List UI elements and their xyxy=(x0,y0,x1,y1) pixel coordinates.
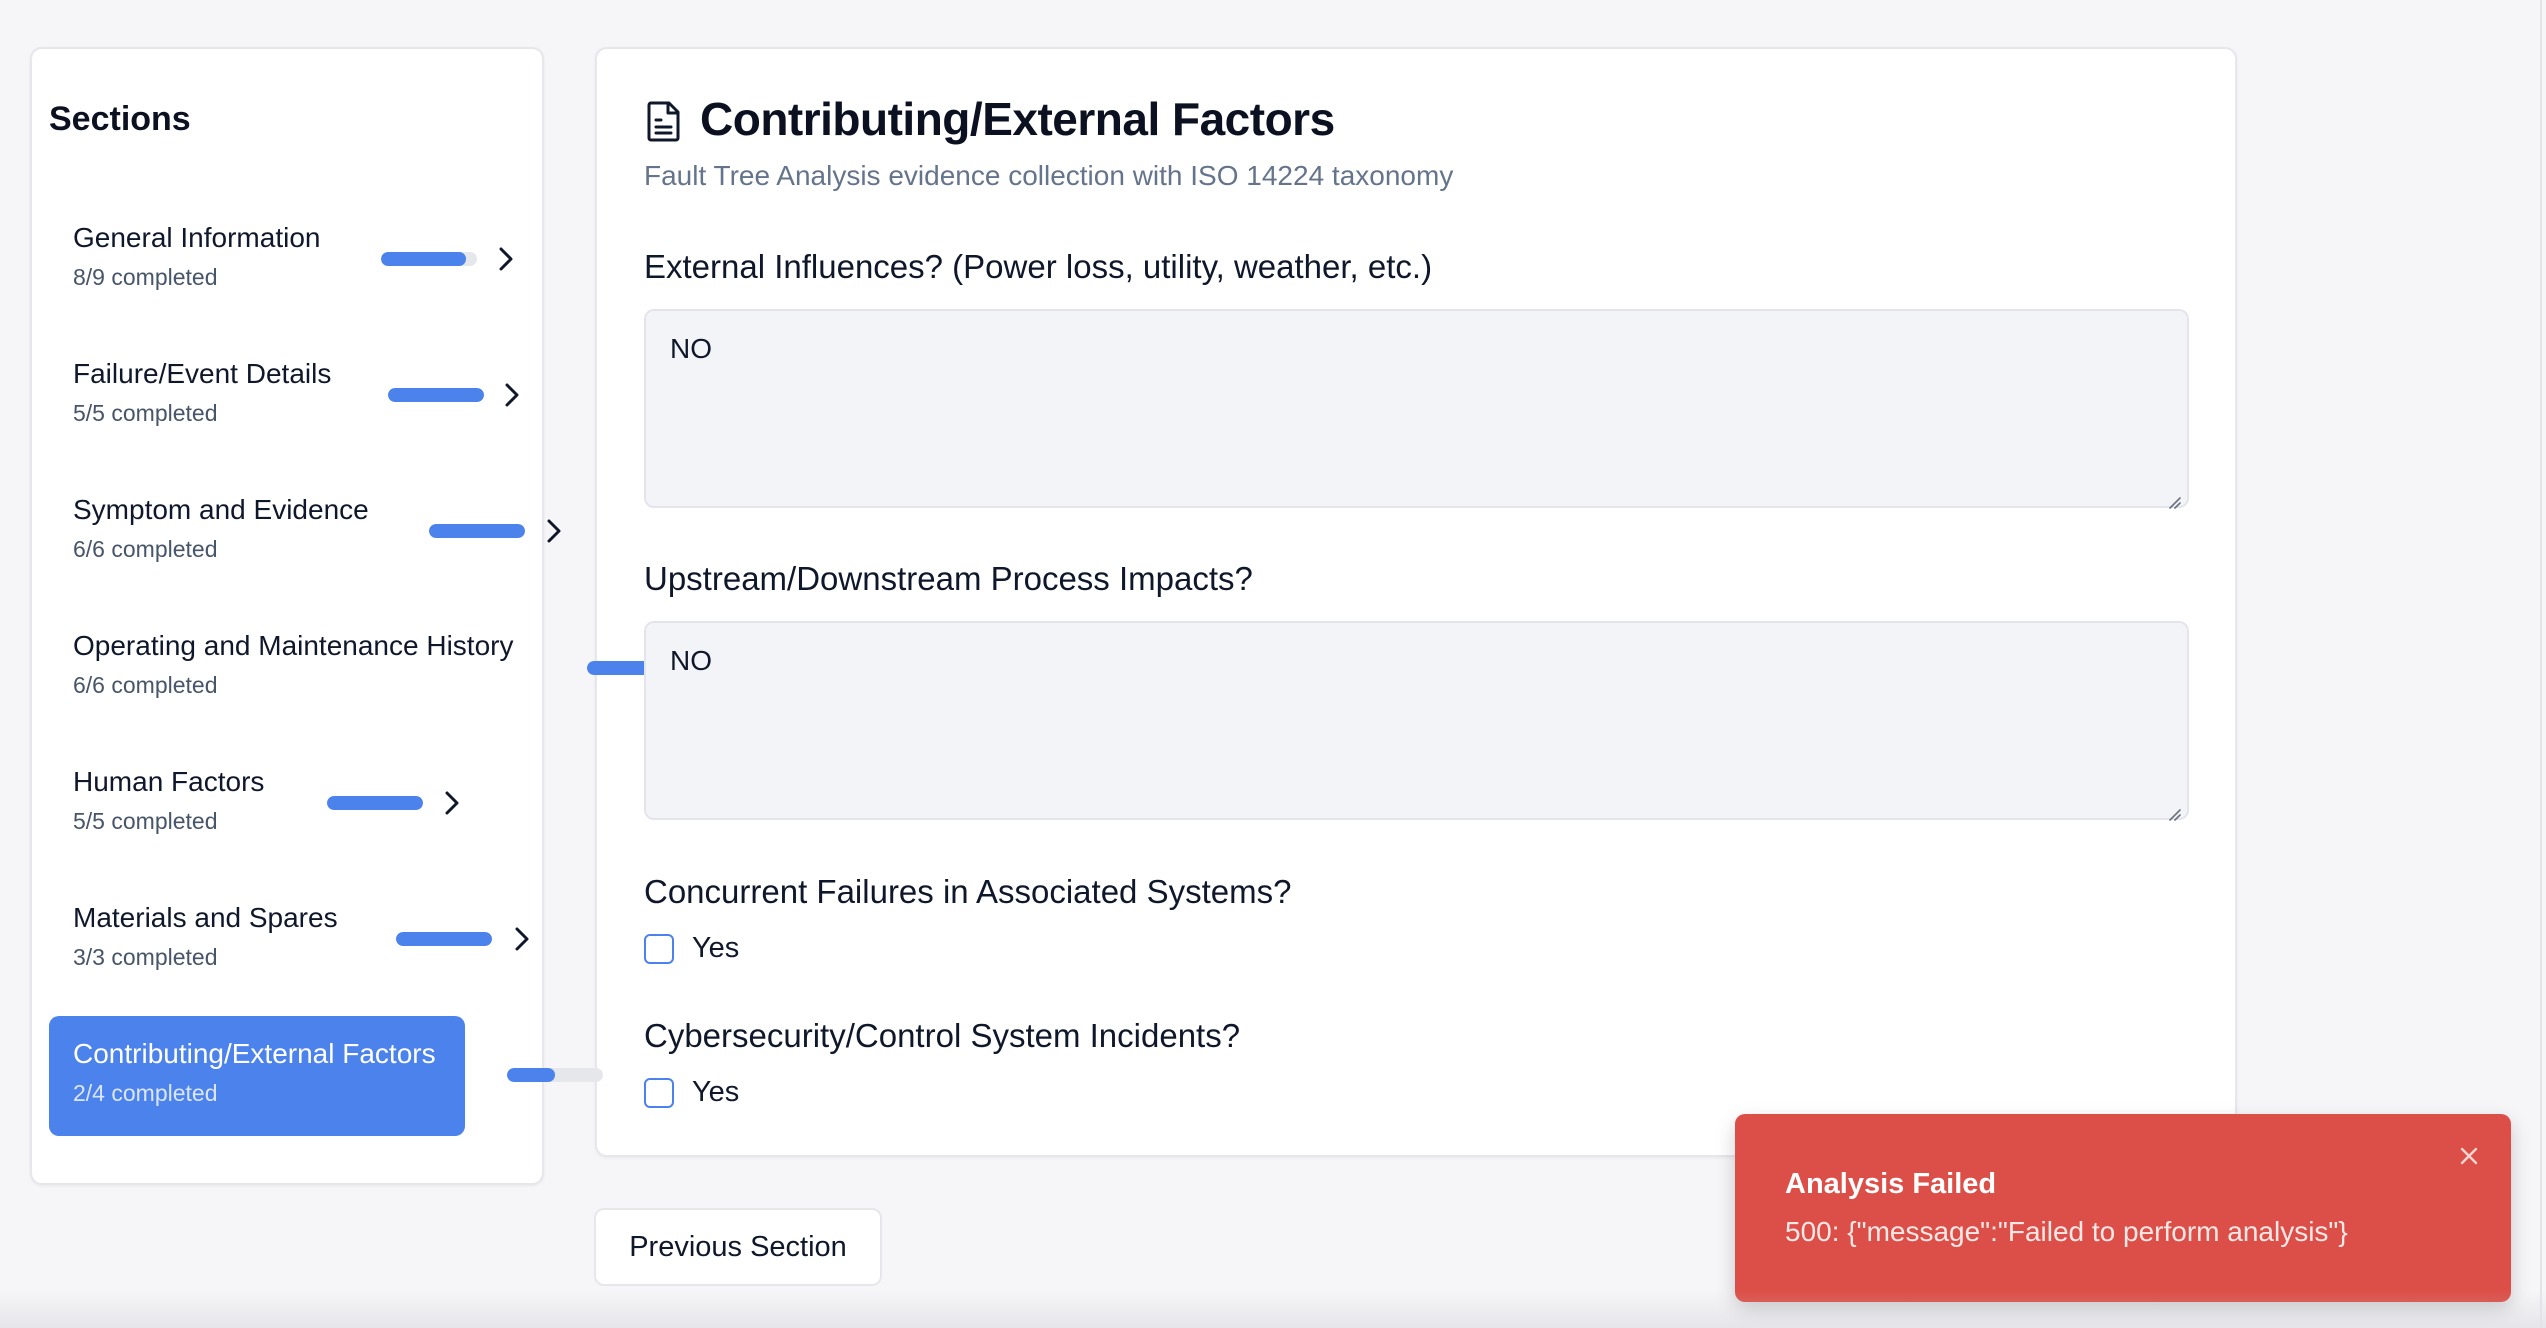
chevron-right-icon xyxy=(511,925,533,953)
sidebar-item-count: 5/5 completed xyxy=(73,400,218,426)
document-icon xyxy=(645,100,683,142)
section-progress-fill xyxy=(507,1068,555,1082)
section-progress-bar xyxy=(388,388,484,402)
concurrent-failures-checkbox[interactable] xyxy=(644,934,674,964)
sidebar-item-label: Human Factors xyxy=(73,766,265,797)
error-toast: Analysis Failed 500: {"message":"Failed … xyxy=(1735,1114,2511,1302)
section-progress-bar xyxy=(429,524,525,538)
chevron-right-icon xyxy=(543,517,565,545)
sidebar-item-general-information[interactable]: General Information 8/9 completed xyxy=(49,200,513,320)
question-label: Upstream/Downstream Process Impacts? xyxy=(644,560,1253,597)
sidebar-item-operating-and-maintenance-history[interactable]: Operating and Maintenance History 6/6 co… xyxy=(49,608,513,728)
toast-message: 500: {"message":"Failed to perform analy… xyxy=(1785,1216,2348,1247)
external-influences-textarea[interactable]: NO xyxy=(644,309,2189,509)
section-progress-bar xyxy=(507,1068,603,1082)
checkbox-label[interactable]: Yes xyxy=(692,932,739,965)
close-icon[interactable] xyxy=(2457,1144,2481,1168)
cybersecurity-incidents-checkbox[interactable] xyxy=(644,1078,674,1108)
bottom-shadow xyxy=(0,1290,2546,1328)
section-form-card xyxy=(595,47,2237,1157)
question-label: Concurrent Failures in Associated System… xyxy=(644,873,1292,910)
sidebar-item-count: 5/5 completed xyxy=(73,808,218,834)
section-progress-fill xyxy=(327,796,423,810)
checkbox-label[interactable]: Yes xyxy=(692,1076,739,1109)
sidebar-item-label: Materials and Spares xyxy=(73,902,338,933)
sidebar-item-label: Operating and Maintenance History xyxy=(73,630,514,661)
sidebar-item-symptom-and-evidence[interactable]: Symptom and Evidence 6/6 completed xyxy=(49,472,561,592)
page-title: Contributing/External Factors xyxy=(700,93,1335,145)
sidebar-item-materials-and-spares[interactable]: Materials and Spares 3/3 completed xyxy=(49,880,529,1000)
textarea-value: NO xyxy=(670,645,712,676)
sidebar-title: Sections xyxy=(49,100,191,138)
process-impacts-textarea[interactable]: NO xyxy=(644,621,2189,821)
page: Sections General Information 8/9 complet… xyxy=(0,0,2546,1328)
sidebar-item-count: 2/4 completed xyxy=(73,1080,218,1106)
section-progress-fill xyxy=(388,388,484,402)
sidebar-item-label: Failure/Event Details xyxy=(73,358,332,389)
section-progress-fill xyxy=(381,252,467,266)
section-progress-fill xyxy=(429,524,525,538)
toast-title: Analysis Failed xyxy=(1785,1168,1997,1200)
chevron-right-icon xyxy=(495,245,517,273)
question-label: Cybersecurity/Control System Incidents? xyxy=(644,1017,1241,1054)
section-progress-bar xyxy=(381,252,477,266)
window-edge xyxy=(2540,0,2542,1328)
resize-grip-icon[interactable] xyxy=(2165,796,2181,821)
section-progress-bar xyxy=(396,932,492,946)
sidebar-item-count: 3/3 completed xyxy=(73,944,218,970)
sidebar-item-label: General Information xyxy=(73,222,321,253)
chevron-right-icon xyxy=(441,789,463,817)
previous-section-button[interactable]: Previous Section xyxy=(594,1208,882,1286)
sidebar-item-human-factors[interactable]: Human Factors 5/5 completed xyxy=(49,744,465,864)
sidebar-item-failure-event-details[interactable]: Failure/Event Details 5/5 completed xyxy=(49,336,519,456)
textarea-value: NO xyxy=(670,333,712,364)
page-subtitle: Fault Tree Analysis evidence collection … xyxy=(644,160,1454,191)
sidebar-item-label: Symptom and Evidence xyxy=(73,494,369,525)
sidebar-item-count: 6/6 completed xyxy=(73,536,218,562)
question-label: External Influences? (Power loss, utilit… xyxy=(644,248,1433,285)
section-progress-fill xyxy=(396,932,492,946)
section-progress-bar xyxy=(327,796,423,810)
sidebar-item-count: 8/9 completed xyxy=(73,264,218,290)
chevron-right-icon xyxy=(501,381,523,409)
sidebar-item-contributing-external-factors[interactable]: Contributing/External Factors 2/4 comple… xyxy=(49,1016,465,1136)
resize-grip-icon[interactable] xyxy=(2165,484,2181,509)
sidebar-item-count: 6/6 completed xyxy=(73,672,218,698)
sidebar-item-label: Contributing/External Factors xyxy=(73,1038,436,1069)
